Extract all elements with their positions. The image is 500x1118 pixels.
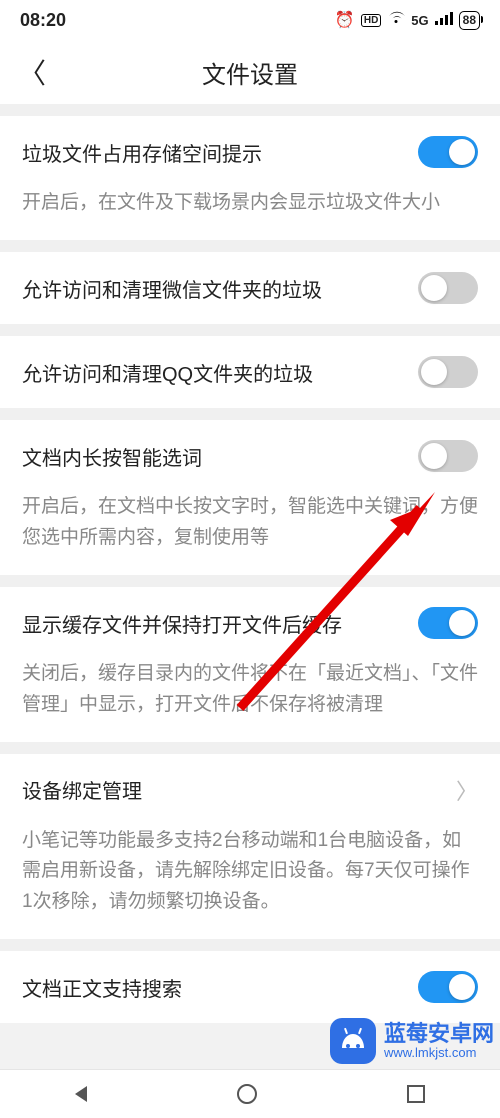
- battery-icon: 88: [459, 11, 480, 30]
- setting-cache-files: 显示缓存文件并保持打开文件后缓存: [0, 587, 500, 659]
- setting-label: 允许访问和清理微信文件夹的垃圾: [22, 274, 322, 303]
- watermark: 蓝莓安卓网 www.lmkjst.com: [330, 1018, 494, 1064]
- setting-desc: 开启后，在文档中长按文字时，智能选中关键词，方便您选中所需内容，复制使用等: [0, 492, 500, 575]
- setting-label: 设备绑定管理: [22, 775, 142, 804]
- android-nav-bar: [0, 1069, 500, 1118]
- setting-device-binding[interactable]: 设备绑定管理 〉: [0, 754, 500, 826]
- toggle-doc-search[interactable]: [418, 971, 478, 1003]
- setting-doc-search: 文档正文支持搜索: [0, 951, 500, 1023]
- divider: [0, 408, 500, 420]
- status-icons: ⏰ HD 5G 88: [335, 10, 480, 30]
- setting-label: 文档正文支持搜索: [22, 973, 182, 1002]
- nav-home-icon[interactable]: [237, 1084, 257, 1104]
- divider: [0, 939, 500, 951]
- watermark-text: 蓝莓安卓网 www.lmkjst.com: [384, 1022, 494, 1060]
- hd-icon: HD: [361, 14, 381, 27]
- divider: [0, 324, 500, 336]
- wifi-icon: [387, 11, 405, 30]
- watermark-logo-icon: [330, 1018, 376, 1064]
- page-title: 文件设置: [202, 55, 298, 90]
- status-bar: 08:20 ⏰ HD 5G 88: [0, 0, 500, 40]
- setting-label: 垃圾文件占用存储空间提示: [22, 138, 262, 167]
- toggle-junk-storage-hint[interactable]: [418, 136, 478, 168]
- setting-label: 文档内长按智能选词: [22, 442, 202, 471]
- status-time: 08:20: [20, 10, 66, 31]
- setting-label: 允许访问和清理QQ文件夹的垃圾: [22, 358, 313, 387]
- setting-label: 显示缓存文件并保持打开文件后缓存: [22, 609, 342, 638]
- network-label: 5G: [411, 13, 428, 28]
- setting-desc: 开启后，在文件及下载场景内会显示垃圾文件大小: [0, 188, 500, 240]
- divider: [0, 575, 500, 587]
- divider: [0, 742, 500, 754]
- toggle-cache-files[interactable]: [418, 607, 478, 639]
- setting-smart-select: 文档内长按智能选词: [0, 420, 500, 492]
- toggle-clean-qq[interactable]: [418, 356, 478, 388]
- chevron-right-icon: 〉: [456, 774, 478, 806]
- setting-clean-qq: 允许访问和清理QQ文件夹的垃圾: [0, 336, 500, 408]
- title-bar: 〈 文件设置: [0, 40, 500, 104]
- nav-back-icon[interactable]: [75, 1086, 87, 1102]
- setting-clean-wechat: 允许访问和清理微信文件夹的垃圾: [0, 252, 500, 324]
- alarm-icon: ⏰: [335, 10, 355, 30]
- setting-junk-storage-hint: 垃圾文件占用存储空间提示: [0, 116, 500, 188]
- nav-recent-icon[interactable]: [407, 1085, 425, 1103]
- setting-desc: 关闭后，缓存目录内的文件将不在「最近文档」、「文件管理」中显示，打开文件后不保存…: [0, 659, 500, 742]
- back-button[interactable]: 〈: [18, 52, 46, 92]
- toggle-clean-wechat[interactable]: [418, 272, 478, 304]
- divider: [0, 240, 500, 252]
- setting-desc: 小笔记等功能最多支持2台移动端和1台电脑设备，如需启用新设备，请先解除绑定旧设备…: [0, 826, 500, 939]
- divider: [0, 104, 500, 116]
- signal-icon: [435, 11, 453, 30]
- toggle-smart-select[interactable]: [418, 440, 478, 472]
